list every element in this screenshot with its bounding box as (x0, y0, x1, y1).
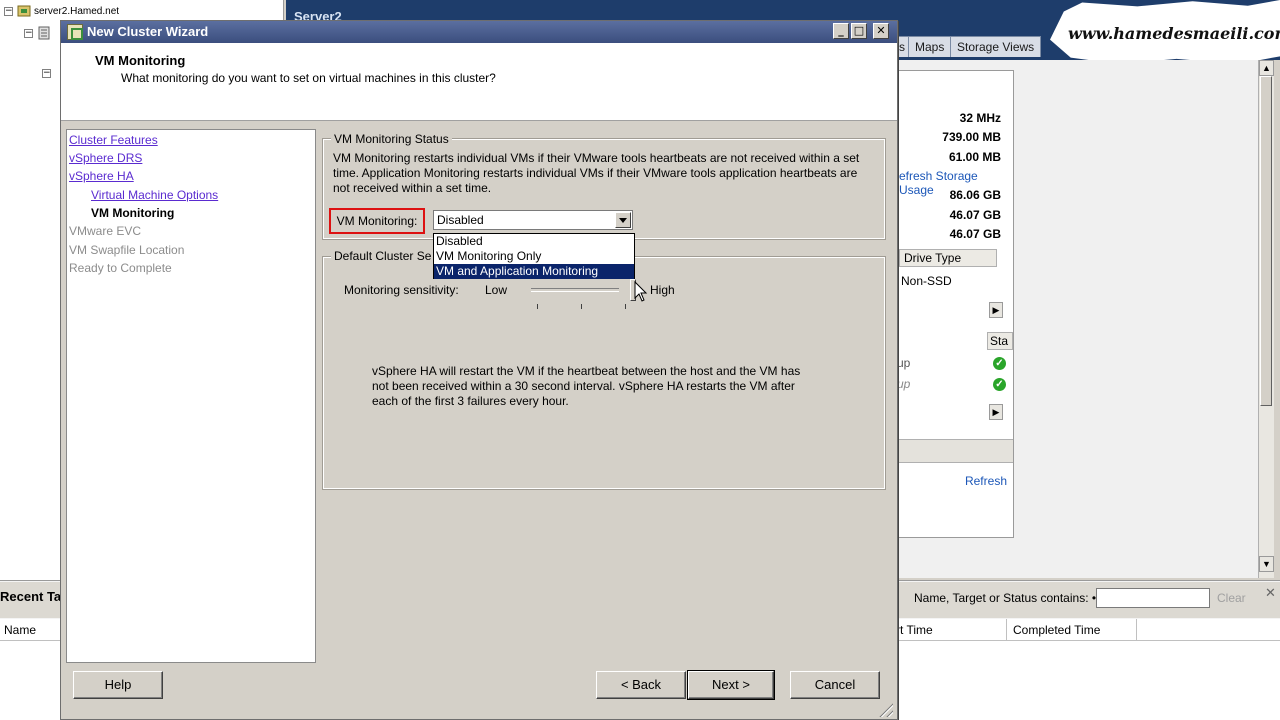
wizard-steps: Cluster Features vSphere DRS vSphere HA … (66, 129, 316, 663)
resources-panel: 32 MHz 739.00 MB 61.00 MB efresh Storage… (896, 70, 1014, 538)
cancel-button[interactable]: Cancel (790, 671, 880, 699)
overhead-value: 61.00 MB (948, 150, 1001, 164)
scroll-up-icon[interactable]: ▲ (1259, 60, 1274, 76)
wizard-title: New Cluster Wizard (87, 24, 209, 39)
maximize-icon[interactable]: □ (851, 23, 867, 39)
filter-input[interactable] (1096, 588, 1210, 608)
mouse-pointer-icon (634, 281, 648, 302)
slider-tick (537, 304, 538, 309)
clear-button[interactable]: Clear (1217, 591, 1246, 605)
panel-header (897, 439, 1013, 463)
vertical-scrollbar[interactable]: ▲ ▼ (1258, 60, 1274, 578)
minimize-icon[interactable]: _ (833, 23, 849, 39)
dropdown-arrow-icon[interactable] (615, 212, 631, 228)
tab-maps[interactable]: Maps (908, 36, 952, 57)
storage-value-3: 46.07 GB (949, 227, 1001, 241)
network-row-1: up (897, 356, 911, 370)
storage-value-2: 46.07 GB (949, 208, 1001, 222)
help-button[interactable]: Help (73, 671, 163, 699)
tab-storage-views[interactable]: Storage Views (950, 36, 1042, 57)
new-cluster-wizard: New Cluster Wizard _ □ ✕ VM Monitoring W… (60, 20, 898, 720)
vm-monitoring-dropdown-list: Disabled VM Monitoring Only VM and Appli… (433, 233, 635, 279)
network-row-2: up (897, 377, 911, 391)
watermark-text: www.hamedesmaeili.com (1068, 24, 1280, 43)
tree-row-datacenter[interactable]: − (24, 24, 54, 42)
sensitivity-high-label: High (650, 283, 675, 297)
restart-policy-info: vSphere HA will restart the VM if the he… (372, 364, 801, 408)
status-header[interactable]: Sta (987, 332, 1013, 350)
step-ready-to-complete: Ready to Complete (69, 261, 172, 275)
scroll-right-icon[interactable]: ▶ (989, 302, 1003, 318)
column-start-time[interactable]: rt Time (896, 623, 933, 637)
host-icon (17, 5, 31, 17)
ok-status-icon: ✓ (993, 378, 1006, 391)
status-group-title: VM Monitoring Status (331, 132, 452, 146)
close-icon[interactable]: ✕ (1265, 586, 1276, 601)
slider-tick (581, 304, 582, 309)
column-completed-time[interactable]: Completed Time (1013, 623, 1100, 637)
tree-root-label[interactable]: server2.Hamed.net (34, 6, 119, 17)
step-vmware-evc: VMware EVC (69, 224, 142, 238)
sensitivity-label: Monitoring sensitivity: (344, 283, 459, 297)
tree-row-root[interactable]: − server2.Hamed.net (4, 2, 119, 20)
memory-usage-value: 739.00 MB (942, 130, 1001, 144)
settings-group-title: Default Cluster Se (331, 249, 435, 263)
sensitivity-slider[interactable] (531, 288, 619, 292)
ok-status-icon: ✓ (993, 357, 1006, 370)
recent-tasks-title: Recent Tas (0, 589, 69, 604)
slider-tick (625, 304, 626, 309)
collapse-icon[interactable]: − (4, 6, 13, 16)
vm-monitoring-label: VM Monitoring: (329, 208, 425, 234)
step-virtual-machine-options[interactable]: Virtual Machine Options (91, 188, 218, 202)
scroll-thumb[interactable] (1260, 76, 1272, 406)
step-vsphere-ha[interactable]: vSphere HA (69, 169, 134, 183)
vm-monitoring-selected: Disabled (437, 213, 484, 227)
drive-type-value: Non-SSD (901, 274, 952, 288)
column-name[interactable]: Name (4, 623, 36, 637)
back-button[interactable]: < Back (596, 671, 686, 699)
next-button[interactable]: Next > (687, 670, 775, 700)
collapse-icon[interactable]: − (24, 28, 33, 38)
step-vsphere-drs[interactable]: vSphere DRS (69, 151, 142, 165)
filter-label[interactable]: Name, Target or Status contains: • (914, 591, 1096, 605)
step-vm-swapfile-location: VM Swapfile Location (69, 243, 185, 257)
status-description: VM Monitoring restarts individual VMs if… (333, 151, 860, 195)
column-divider (1136, 619, 1137, 640)
vm-monitoring-select[interactable]: Disabled (433, 210, 633, 230)
scroll-right-icon[interactable]: ▶ (989, 404, 1003, 420)
collapse-icon[interactable]: − (42, 68, 51, 78)
column-divider (1006, 619, 1007, 640)
option-vm-monitoring-only[interactable]: VM Monitoring Only (434, 249, 634, 264)
cpu-usage-value: 32 MHz (959, 111, 1001, 125)
storage-value-1: 86.06 GB (949, 188, 1001, 202)
close-icon[interactable]: ✕ (873, 23, 889, 39)
page-subtitle: What monitoring do you want to set on vi… (121, 71, 496, 85)
step-cluster-features[interactable]: Cluster Features (69, 133, 158, 147)
drive-type-header[interactable]: Drive Type (899, 249, 997, 267)
cluster-icon (67, 24, 83, 40)
resize-grip-icon[interactable] (877, 701, 893, 717)
refresh-link[interactable]: Refresh (965, 474, 1007, 488)
sensitivity-low-label: Low (485, 283, 508, 297)
option-disabled[interactable]: Disabled (434, 234, 634, 249)
scroll-down-icon[interactable]: ▼ (1259, 556, 1274, 572)
option-vm-and-application-monitoring[interactable]: VM and Application Monitoring (434, 264, 634, 279)
tree-row-cluster[interactable]: − (42, 64, 55, 82)
datacenter-icon (38, 26, 50, 40)
wizard-titlebar[interactable]: New Cluster Wizard _ □ ✕ (61, 21, 897, 43)
page-title: VM Monitoring (95, 53, 186, 68)
step-vm-monitoring: VM Monitoring (91, 206, 175, 220)
